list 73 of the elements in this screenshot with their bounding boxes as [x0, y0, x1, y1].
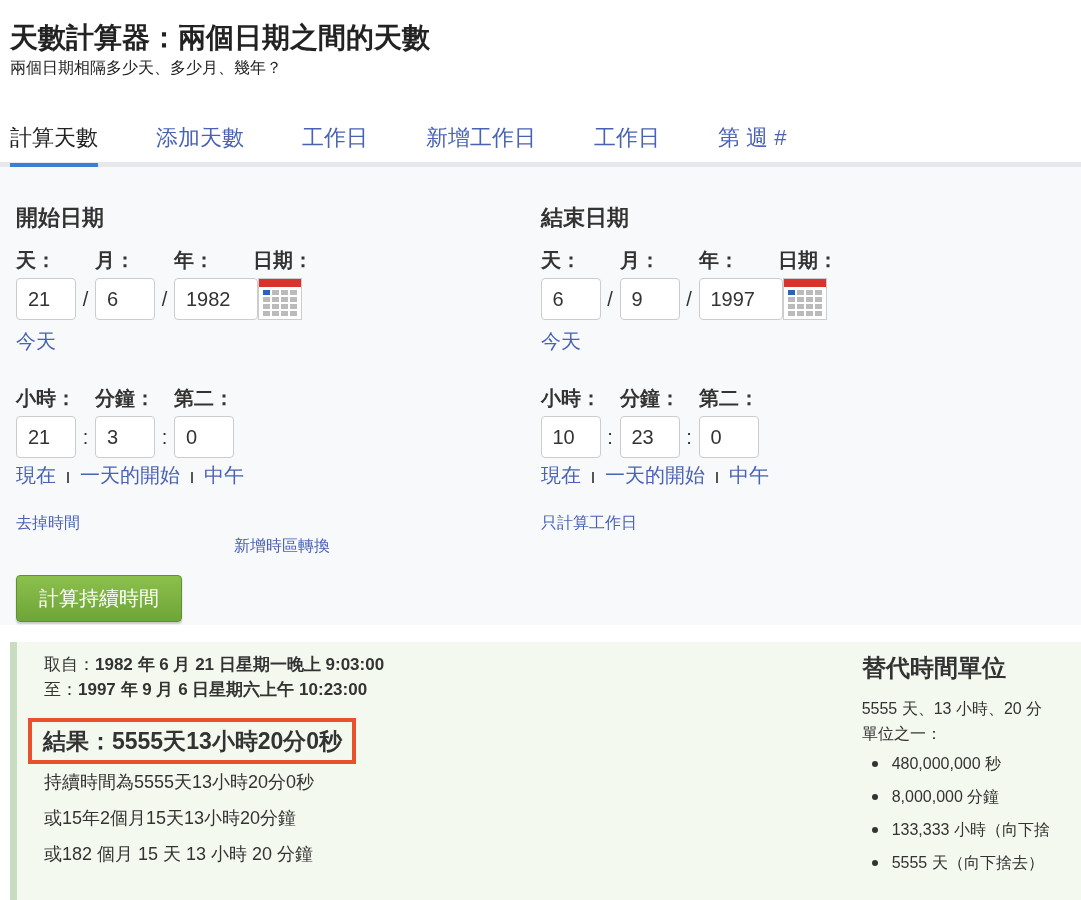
field-label: 小時： [16, 386, 77, 411]
day-input[interactable]: 6 [540, 278, 601, 320]
month-input[interactable]: 6 [95, 278, 155, 320]
option-link[interactable]: 去掉時間 [16, 513, 80, 534]
bullet-icon [871, 860, 878, 866]
separator: : [81, 425, 90, 449]
field-label: 年： [698, 248, 740, 273]
field-label: 分鐘： [619, 386, 681, 411]
date-range-text: 至：1997 年 9 月 6 日星期六上午 10:23:00 [44, 679, 369, 701]
separator: : [606, 425, 614, 449]
option-link[interactable]: 新增時區轉換 [234, 536, 330, 557]
year-input[interactable]: 1997 [698, 278, 783, 320]
field-label: 天： [16, 248, 57, 273]
time-link[interactable]: 一天的開始 [604, 462, 705, 489]
intro-text: 單位之一： [861, 724, 943, 744]
result-text: 或182 個月 15 天 13 小時 20 分鐘 [44, 843, 315, 866]
today-link[interactable]: 今天 [540, 328, 581, 355]
field-label: 日期： [253, 248, 314, 273]
second-input[interactable]: 0 [698, 416, 759, 458]
field-label: 年： [174, 248, 215, 273]
time-link[interactable]: 一天的開始 [80, 462, 180, 489]
tab[interactable]: 新增工作日 [426, 123, 536, 167]
bullet-icon [871, 794, 878, 800]
tab[interactable]: 第 週 # [718, 123, 787, 167]
time-link[interactable]: 現在 [16, 462, 56, 489]
option-link[interactable]: 只計算工作日 [540, 513, 637, 534]
bullet-icon [871, 761, 878, 767]
minute-input[interactable]: 23 [619, 416, 680, 458]
calendar-icon[interactable] [258, 278, 302, 320]
date-range-text: 取自：1982 年 6 月 21 日星期一晚上 9:03:00 [44, 654, 386, 676]
result-heading: 結果：5555天13小時20分0秒 [43, 727, 343, 756]
field-label: 第二： [174, 386, 235, 411]
time-link[interactable]: 現在 [540, 462, 581, 489]
separator: : [160, 425, 169, 449]
field-label: 月： [95, 248, 136, 273]
unit-item: 480,000,000 秒 [891, 754, 1002, 774]
field-label: 小時： [540, 386, 602, 411]
page-title: 天數計算器：兩個日期之間的天數 [10, 21, 431, 55]
hour-input[interactable]: 10 [540, 416, 601, 458]
separator: / [160, 287, 169, 311]
result-text: 或15年2個月15天13小時20分鐘 [44, 807, 298, 830]
date-heading: 開始日期 [16, 204, 105, 232]
bullet-icon [871, 827, 878, 833]
separator: / [685, 287, 693, 311]
tab[interactable]: 工作日 [594, 123, 660, 167]
field-label: 月： [619, 248, 661, 273]
calendar-icon[interactable] [782, 278, 827, 320]
second-input[interactable]: 0 [174, 416, 234, 458]
field-label: 天： [540, 248, 582, 273]
year-input[interactable]: 1982 [174, 278, 258, 320]
section-heading: 替代時間單位 [861, 653, 1007, 683]
time-link[interactable]: 中午 [204, 462, 244, 489]
unit-item: 8,000,000 分鐘 [891, 787, 1000, 807]
result-text: 持續時間為5555天13小時20分0秒 [44, 771, 316, 794]
day-input[interactable]: 21 [16, 278, 76, 320]
month-input[interactable]: 9 [619, 278, 680, 320]
intro-text: 5555 天、13 小時、20 分 [861, 699, 1044, 719]
today-link[interactable]: 今天 [16, 328, 56, 355]
page-subtitle: 兩個日期相隔多少天、多少月、幾年？ [10, 58, 283, 78]
field-label: 第二： [698, 386, 760, 411]
unit-item: 5555 天（向下捨去） [891, 853, 1044, 873]
separator: / [81, 287, 90, 311]
field-label: 日期： [777, 248, 839, 273]
minute-input[interactable]: 3 [95, 416, 155, 458]
field-label: 分鐘： [95, 386, 156, 411]
hour-input[interactable]: 21 [16, 416, 76, 458]
separator: / [606, 287, 614, 311]
tab[interactable]: 添加天數 [156, 123, 244, 167]
time-link[interactable]: 中午 [728, 462, 769, 489]
separator: : [685, 425, 693, 449]
unit-item: 133,333 小時（向下捨 [891, 820, 1050, 840]
date-heading: 結束日期 [540, 204, 630, 232]
tab[interactable]: 工作日 [302, 123, 368, 167]
